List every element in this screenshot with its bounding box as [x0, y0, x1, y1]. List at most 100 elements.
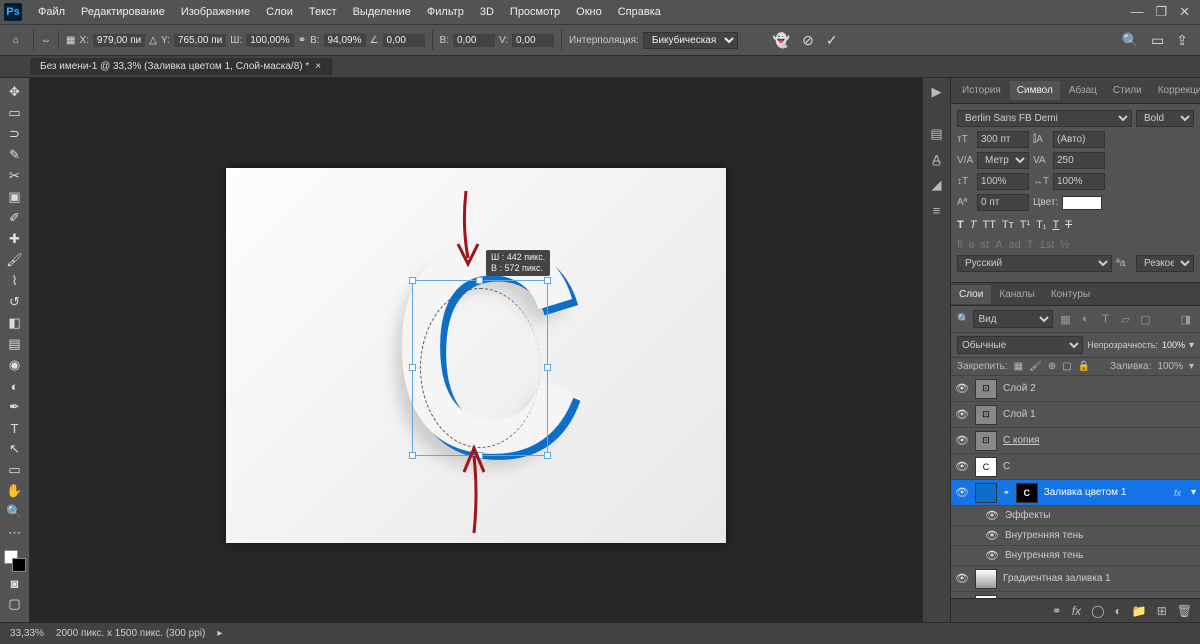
layer-name[interactable]: Заливка цветом 1 — [1044, 487, 1168, 498]
blur-tool-icon[interactable]: ◉ — [2, 355, 28, 375]
panel-icon[interactable]: ▤ — [930, 126, 942, 142]
layer-fill-thumb[interactable] — [975, 483, 997, 503]
menu-file[interactable]: Файл — [30, 6, 73, 18]
superscript-button[interactable]: T¹ — [1020, 219, 1030, 231]
fx-icon[interactable]: fx — [1072, 604, 1081, 618]
transform-icon[interactable]: ⇔ — [41, 35, 51, 46]
visibility-icon[interactable]: 👁 — [985, 549, 999, 562]
color-swatches[interactable] — [4, 550, 26, 572]
visibility-icon[interactable]: 👁 — [955, 382, 969, 395]
effect-item[interactable]: 👁 Внутренняя тень — [951, 546, 1200, 566]
crop-tool-icon[interactable]: ✂ — [2, 166, 28, 186]
layer-thumb[interactable]: ⊡ — [975, 379, 997, 399]
transform-handle[interactable] — [476, 277, 483, 284]
menu-text[interactable]: Текст — [301, 6, 345, 18]
menu-3d[interactable]: 3D — [472, 6, 502, 18]
visibility-icon[interactable]: 👁 — [955, 408, 969, 421]
eraser-tool-icon[interactable]: ◧ — [2, 313, 28, 333]
tab-layers[interactable]: Слои — [951, 285, 991, 304]
minimize-icon[interactable]: — — [1130, 4, 1143, 20]
visibility-icon[interactable]: 👁 — [955, 460, 969, 473]
menu-layers[interactable]: Слои — [258, 6, 301, 18]
layer-mask-thumb[interactable]: C — [1016, 483, 1038, 503]
tab-channels[interactable]: Каналы — [991, 285, 1043, 304]
tab-paragraph[interactable]: Абзац — [1062, 81, 1104, 100]
lasso-tool-icon[interactable]: ⊃ — [2, 124, 28, 144]
type-tool-icon[interactable]: T — [2, 418, 28, 438]
font-style-select[interactable]: Bold — [1136, 110, 1194, 127]
lock-trans-icon[interactable]: ▦ — [1014, 361, 1023, 372]
antialias-select[interactable]: Резкое — [1136, 255, 1194, 272]
tracking-input[interactable] — [1053, 152, 1105, 169]
document-tab[interactable]: Без имени-1 @ 33,3% (Заливка цветом 1, С… — [30, 58, 332, 75]
status-expand-icon[interactable]: ▸ — [217, 628, 222, 639]
restore-icon[interactable]: ❐ — [1155, 4, 1167, 20]
history-brush-tool-icon[interactable]: ↺ — [2, 292, 28, 312]
canvas[interactable]: C C C Ш : 442 пикс. В : 572 пикс. — [226, 168, 726, 543]
dodge-tool-icon[interactable]: ◐ — [2, 376, 28, 396]
eyedropper-tool-icon[interactable]: ✐ — [2, 208, 28, 228]
menu-edit[interactable]: Редактирование — [73, 6, 173, 18]
adjustment-icon[interactable]: ◐ — [1115, 604, 1122, 618]
filter-type-select[interactable]: Вид — [973, 310, 1053, 328]
align-panel-icon[interactable]: ≡ — [933, 203, 941, 218]
tab-character[interactable]: Символ — [1010, 81, 1060, 100]
subscript-button[interactable]: T₁ — [1036, 219, 1046, 231]
menu-window[interactable]: Окно — [568, 6, 610, 18]
visibility-icon[interactable]: 👁 — [955, 572, 969, 585]
delete-layer-icon[interactable]: 🗑 — [1177, 604, 1192, 618]
layer-name[interactable]: С — [1003, 461, 1196, 472]
expand-icon[interactable]: ▶ — [932, 84, 942, 100]
kerning-select[interactable]: Метрически — [977, 152, 1029, 169]
lock-pos-icon[interactable]: ⊕ — [1048, 361, 1056, 372]
lock-paint-icon[interactable]: 🖌 — [1029, 361, 1042, 372]
frame-icon[interactable]: ▭ — [1151, 32, 1164, 49]
marquee-tool-icon[interactable]: ▭ — [2, 103, 28, 123]
filter-toggle-icon[interactable]: ◨ — [1178, 313, 1194, 326]
filter-shape-icon[interactable]: ▱ — [1117, 313, 1133, 326]
menu-select[interactable]: Выделение — [345, 6, 419, 18]
transform-handle[interactable] — [544, 364, 551, 371]
angle-value[interactable]: 0,00 — [383, 34, 425, 47]
stamp-tool-icon[interactable]: ⌇ — [2, 271, 28, 291]
layer-name[interactable]: Слой 1 — [1003, 409, 1196, 420]
strikethrough-button[interactable]: T — [1065, 219, 1072, 231]
filter-smart-icon[interactable]: ▢ — [1137, 313, 1153, 326]
zoom-tool-icon[interactable]: 🔍 — [2, 502, 28, 522]
layer-name[interactable]: Градиентная заливка 1 — [1003, 573, 1196, 584]
glyphs-panel-icon[interactable]: A̲ — [932, 152, 941, 167]
font-family-select[interactable]: Berlin Sans FB Demi — [957, 110, 1132, 127]
tab-adjustments[interactable]: Коррекция — [1151, 81, 1200, 100]
move-tool-icon[interactable]: ✥ — [2, 82, 28, 102]
ref-point-icon[interactable]: ▦ — [66, 35, 75, 46]
layer-thumb[interactable]: C — [975, 457, 997, 477]
italic-button[interactable]: T — [970, 219, 977, 231]
tab-styles[interactable]: Стили — [1106, 81, 1149, 100]
layer-row[interactable]: 👁 Градиентная заливка 1 — [951, 566, 1200, 592]
menu-image[interactable]: Изображение — [173, 6, 258, 18]
link-wh-icon[interactable]: ⚭ — [298, 35, 306, 46]
blend-mode-select[interactable]: Обычные — [957, 336, 1083, 354]
menu-filter[interactable]: Фильтр — [419, 6, 472, 18]
w-value[interactable]: 100,00% — [246, 34, 293, 47]
filter-type-icon[interactable]: T — [1097, 313, 1113, 325]
doc-dimensions[interactable]: 2000 пикс. x 1500 пикс. (300 ppi) — [56, 628, 205, 639]
puppet-icon[interactable]: 👻 — [773, 32, 790, 49]
visibility-icon[interactable]: 👁 — [955, 486, 969, 499]
lock-all-icon[interactable]: 🔒 — [1078, 361, 1090, 372]
edit-toolbar-icon[interactable]: ⋯ — [2, 523, 28, 543]
link-layers-icon[interactable]: ⚭ — [1052, 604, 1062, 618]
layer-row[interactable]: 👁 ⊡ Слой 2 — [951, 376, 1200, 402]
x-value[interactable]: 979,00 пи — [93, 34, 145, 47]
rectangle-tool-icon[interactable]: ▭ — [2, 460, 28, 480]
language-select[interactable]: Русский — [957, 255, 1112, 272]
quick-select-tool-icon[interactable]: ✎ — [2, 145, 28, 165]
h-value[interactable]: 94,09% — [324, 34, 366, 47]
healing-tool-icon[interactable]: ✚ — [2, 229, 28, 249]
hand-tool-icon[interactable]: ✋ — [2, 481, 28, 501]
bold-button[interactable]: T — [957, 219, 964, 231]
hscale-input[interactable] — [1053, 173, 1105, 190]
layer-thumb[interactable]: ⊡ — [975, 431, 997, 451]
transform-handle[interactable] — [409, 277, 416, 284]
quickmask-icon[interactable]: ◙ — [2, 573, 28, 593]
